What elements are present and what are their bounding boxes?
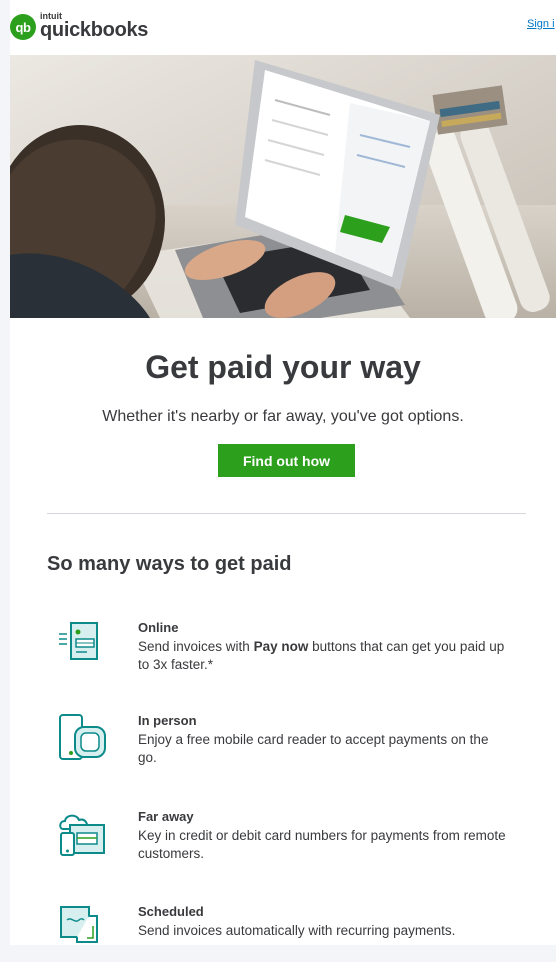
- hero-image: [10, 55, 556, 318]
- logo-quickbooks-text: quickbooks: [40, 19, 149, 41]
- invoice-online-icon: [57, 620, 107, 670]
- feature-scheduled: Scheduled Send invoices automatically wi…: [47, 904, 507, 945]
- feature-desc-text: Send invoices with: [138, 639, 254, 654]
- feature-online: Online Send invoices with Pay now button…: [47, 620, 507, 690]
- feature-title: Far away: [138, 809, 194, 824]
- feature-description: Send invoices with Pay now buttons that …: [138, 638, 508, 674]
- feature-in-person: In person Enjoy a free mobile card reade…: [47, 713, 507, 783]
- qb-logo-icon: qb: [10, 14, 36, 40]
- quickbooks-logo[interactable]: qb intuit quickbooks: [10, 11, 148, 41]
- email-body: qb intuit quickbooks Sign i Get paid you…: [10, 0, 556, 945]
- feature-far-away: Far away Key in credit or debit card num…: [47, 809, 507, 879]
- sign-in-link[interactable]: Sign i: [527, 18, 555, 30]
- subheadline: Whether it's nearby or far away, you've …: [102, 408, 464, 425]
- feature-description: Send invoices automatically with recurri…: [138, 923, 456, 938]
- card-reader-icon: [57, 713, 107, 763]
- feature-title: Online: [138, 620, 179, 635]
- headline: Get paid your way: [145, 349, 421, 385]
- divider: [47, 513, 526, 514]
- feature-title: Scheduled: [138, 904, 204, 919]
- section-title: So many ways to get paid: [47, 553, 292, 575]
- feature-title: In person: [138, 713, 197, 728]
- header: qb intuit quickbooks Sign i: [10, 0, 556, 55]
- pay-now-emphasis: Pay now: [253, 639, 309, 654]
- hero-photo-illustration: [10, 55, 556, 318]
- remote-payment-icon: [57, 809, 107, 859]
- feature-description: Key in credit or debit card numbers for …: [138, 828, 506, 861]
- feature-description: Enjoy a free mobile card reader to accep…: [138, 732, 489, 765]
- scheduled-invoice-icon: [57, 904, 107, 945]
- find-out-how-button[interactable]: Find out how: [218, 444, 355, 477]
